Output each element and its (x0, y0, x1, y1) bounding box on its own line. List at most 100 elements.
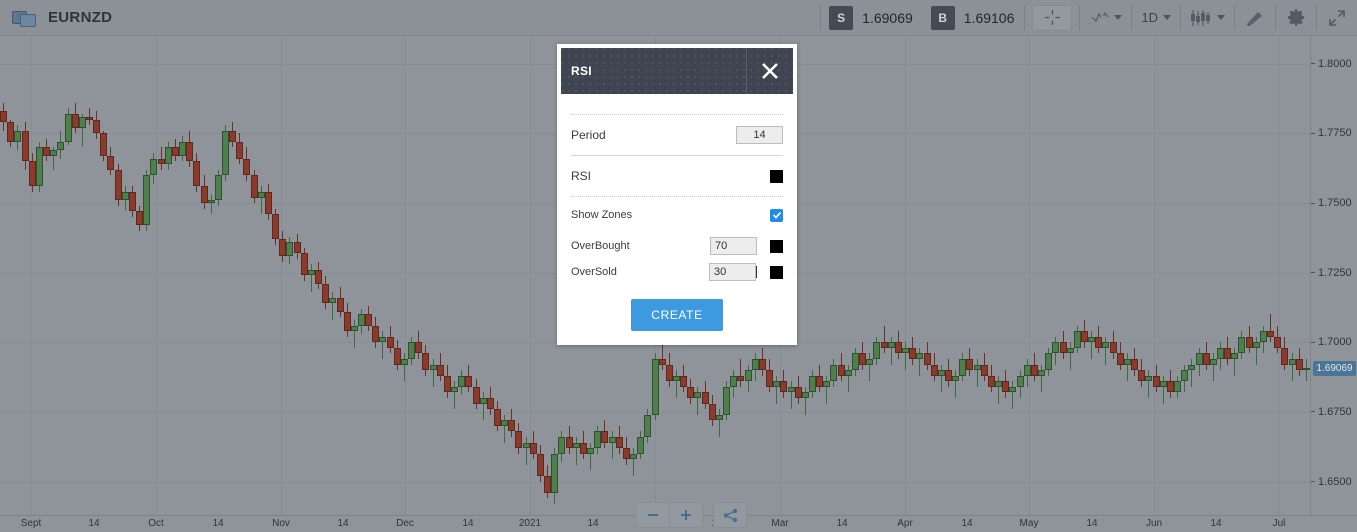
price-tick: 1.7500 (1311, 196, 1352, 210)
time-tick: 14 (961, 518, 973, 529)
gridline-vertical (31, 36, 32, 515)
show-zones-row: Show Zones (571, 197, 783, 233)
time-tick: Sept (20, 518, 42, 529)
period-row: Period (571, 115, 783, 155)
price-tick: 1.7250 (1311, 266, 1352, 280)
overbought-controls (710, 237, 783, 255)
zoom-out-button[interactable] (637, 503, 669, 527)
oversold-label: OverSold (571, 266, 617, 278)
gridline-vertical (156, 36, 157, 515)
overbought-label: OverBought (571, 240, 630, 252)
gridline-vertical (1279, 36, 1280, 515)
top-toolbar: EURNZD S 1.69069 B 1.69106 1D (0, 0, 1357, 36)
time-tick: May (1019, 518, 1039, 529)
time-tick: 14 (836, 518, 848, 529)
drawing-tool-button[interactable] (1235, 0, 1275, 36)
symbol-group[interactable]: EURNZD (0, 9, 112, 27)
time-tick: Jul (1272, 518, 1286, 529)
dialog-header: RSI (561, 48, 793, 94)
fullscreen-button[interactable] (1317, 0, 1357, 36)
price-tick: 1.8000 (1311, 57, 1352, 71)
sell-quote[interactable]: S 1.69069 (821, 0, 923, 36)
chart-type-icon (1089, 11, 1109, 25)
buy-badge: B (930, 5, 955, 30)
gridline-vertical (1029, 36, 1030, 515)
settings-button[interactable] (1276, 0, 1316, 36)
time-tick: 14 (337, 518, 349, 529)
stacked-cards-icon (12, 9, 38, 27)
current-price-badge: 1.69069 (1313, 360, 1356, 376)
minus-icon (648, 514, 658, 516)
toolbar-right: S 1.69069 B 1.69106 1D (820, 0, 1357, 36)
sell-badge: S (829, 5, 854, 30)
time-tick: Apr (897, 518, 913, 529)
drawing-tool-icon (1247, 11, 1262, 26)
overbought-color-swatch[interactable] (770, 239, 783, 253)
time-tick: 14 (1210, 518, 1222, 529)
chevron-down-icon (1114, 15, 1123, 20)
indicators-icon (1191, 9, 1210, 26)
time-tick: Dec (396, 518, 414, 529)
price-tick: 1.6500 (1311, 475, 1352, 489)
rsi-color-swatch[interactable] (770, 169, 783, 183)
time-tick: 14 (587, 518, 599, 529)
oversold-color-swatch[interactable] (770, 265, 783, 279)
crosshair-tool-button[interactable] (1032, 4, 1073, 31)
rsi-settings-dialog: RSI Period RSI Show Zones (557, 44, 797, 345)
overbought-input[interactable] (710, 237, 757, 255)
oversold-controls (709, 263, 783, 281)
oversold-row: OverSold (571, 259, 783, 285)
price-tick: 1.6750 (1311, 405, 1352, 419)
chevron-down-icon (1217, 15, 1225, 20)
buy-price: 1.69106 (963, 9, 1015, 26)
gridline-vertical (1154, 36, 1155, 515)
chart-type-button[interactable] (1080, 0, 1131, 36)
close-icon (762, 63, 778, 79)
crosshair-icon (1044, 10, 1060, 25)
show-zones-checkbox[interactable] (770, 208, 783, 222)
gear-icon (1287, 8, 1304, 27)
gridline-vertical (905, 36, 906, 515)
fullscreen-icon (1329, 9, 1345, 26)
zoom-in-button[interactable] (669, 503, 702, 527)
rsi-label: RSI (571, 169, 592, 183)
time-tick: Nov (272, 518, 290, 529)
timeframe-button[interactable]: 1D (1132, 0, 1180, 36)
chevron-down-icon (1163, 15, 1171, 20)
zoom-controls (636, 502, 703, 528)
create-button-wrap: CREATE (571, 299, 783, 331)
period-label: Period (571, 128, 606, 142)
time-tick: Mar (771, 518, 789, 529)
dialog-title: RSI (571, 64, 592, 78)
time-tick: Oct (148, 518, 164, 529)
time-tick: 2021 (518, 518, 542, 529)
price-axis[interactable]: 1.8000 1.7750 1.7500 1.7250 1.7000 1.6750 1.65… (1310, 36, 1357, 515)
buy-quote[interactable]: B 1.69106 (923, 0, 1025, 36)
timeframe-label: 1D (1141, 10, 1158, 25)
close-button[interactable] (746, 48, 793, 94)
period-input[interactable] (736, 126, 783, 144)
divider (1024, 4, 1026, 31)
price-tick: 1.7000 (1311, 335, 1352, 349)
oversold-input[interactable] (709, 263, 756, 281)
price-tick: 1.7750 (1311, 126, 1352, 140)
chart-controls (636, 502, 747, 528)
time-tick: 14 (212, 518, 224, 529)
rsi-color-row: RSI (571, 156, 783, 196)
gridline-vertical (281, 36, 282, 515)
sell-price: 1.69069 (862, 9, 913, 26)
create-button[interactable]: CREATE (631, 299, 723, 331)
time-tick: Jun (1145, 518, 1163, 529)
time-tick: 14 (462, 518, 474, 529)
text-caret (756, 266, 757, 278)
share-button[interactable] (713, 502, 747, 528)
check-icon (772, 211, 781, 219)
show-zones-label: Show Zones (571, 209, 633, 221)
oversold-input-wrap (709, 263, 757, 281)
overbought-row: OverBought (571, 233, 783, 259)
dialog-body: Period RSI Show Zones OverBought (557, 114, 797, 345)
time-tick: 14 (1086, 518, 1098, 529)
plus-icon (681, 510, 691, 520)
symbol-name: EURNZD (48, 9, 113, 26)
indicators-button[interactable] (1181, 0, 1234, 36)
